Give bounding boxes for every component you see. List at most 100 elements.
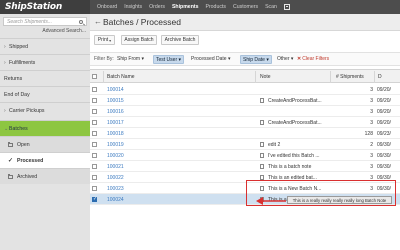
batch-name-link[interactable]: 100019 [107, 142, 124, 148]
note-icon[interactable] [260, 142, 264, 147]
note-icon[interactable] [260, 120, 264, 125]
nav-onboard[interactable]: Onboard [97, 0, 117, 14]
sidebar-item-open[interactable]: Open [0, 136, 90, 152]
clear-filters-button[interactable]: ✕Clear Filters [297, 56, 329, 62]
nav-scan[interactable]: Scan [265, 0, 277, 14]
note-icon[interactable] [260, 153, 264, 158]
batch-name-link[interactable]: 100024 [107, 197, 124, 203]
column-divider [255, 71, 256, 83]
sidebar-item-label: Processed [17, 157, 44, 164]
row-checkbox[interactable] [92, 186, 97, 191]
row-checkbox[interactable] [92, 131, 97, 136]
table-row[interactable]: 100015 CreateAndProcessBat... 3 09/20/ [90, 95, 400, 106]
header-shipments[interactable]: # Shipments [336, 74, 364, 80]
table-row[interactable]: 100016 3 09/20/ [90, 106, 400, 117]
caret-down-icon: ▾ [109, 37, 112, 43]
back-arrow-icon[interactable]: ← [94, 17, 102, 27]
note-icon[interactable] [260, 164, 264, 169]
toolbar: Print ▾ Assign Batch Archive Batch [90, 32, 400, 48]
sidebar-item-label: End of Day [4, 91, 30, 98]
row-checkbox[interactable] [92, 175, 97, 180]
sidebar-item-fulfillments[interactable]: › Fulfillments [0, 54, 90, 70]
batch-name-link[interactable]: 100017 [107, 120, 124, 126]
sidebar-item-returns[interactable]: Returns [0, 70, 90, 86]
sidebar-item-batches[interactable]: ⌄ Batches [0, 120, 90, 136]
search-shipments-input[interactable]: Search Shipments... [3, 17, 87, 26]
checkmark-icon: ✓ [8, 158, 14, 164]
shipment-count: 2 [370, 142, 373, 148]
batch-name-link[interactable]: 100014 [107, 87, 124, 93]
batch-name-link[interactable]: 100020 [107, 153, 124, 159]
filter-processed-date[interactable]: Processed Date ▾ [191, 56, 230, 62]
row-checkbox[interactable] [92, 87, 97, 92]
top-nav-bar: ShipStation Onboard Insights Orders Ship… [0, 0, 400, 14]
batch-name-link[interactable]: 100021 [107, 164, 124, 170]
main-nav: Onboard Insights Orders Shipments Produc… [90, 0, 290, 14]
sidebar: Search Shipments... Advanced Search... ›… [0, 14, 90, 250]
shipment-count: 3 [370, 153, 373, 159]
nav-insights[interactable]: Insights [124, 0, 142, 14]
page-header: ← Batches / Processed [90, 14, 400, 31]
nav-shipments[interactable]: Shipments [172, 0, 199, 14]
select-all-checkbox[interactable] [92, 74, 97, 79]
advanced-search-link[interactable]: Advanced Search... [42, 28, 86, 34]
header-batch-name[interactable]: Batch Name [107, 74, 135, 80]
batch-note: CreateAndProcessBat... [268, 98, 322, 104]
table-row[interactable]: 100020 I've edited this Batch ... 3 09/30/ [90, 150, 400, 161]
row-checkbox[interactable] [92, 109, 97, 114]
shipment-count: 128 [364, 131, 373, 137]
row-checkbox[interactable] [92, 196, 97, 202]
sidebar-item-carrier-pickups[interactable]: › Carrier Pickups [0, 102, 90, 118]
shipment-count: 3 [370, 98, 373, 104]
nav-orders[interactable]: Orders [149, 0, 165, 14]
nav-customers[interactable]: Customers [233, 0, 258, 14]
sidebar-item-label: Batches [9, 125, 28, 132]
sidebar-item-label: Returns [4, 75, 23, 82]
note-icon[interactable] [260, 98, 264, 103]
main-content: ← Batches / Processed Print ▾ Assign Bat… [90, 14, 400, 250]
sidebar-item-archived[interactable]: Archived [0, 168, 90, 184]
nav-products[interactable]: Products [205, 0, 225, 14]
search-icon[interactable] [79, 19, 83, 24]
table-row[interactable]: 100014 3 09/20/ [90, 84, 400, 95]
batch-note: This is a batch note [268, 164, 312, 170]
batch-name-link[interactable]: 100023 [107, 186, 124, 192]
filter-other[interactable]: Other ▾ [277, 56, 293, 62]
table-row[interactable]: 100019 edit 2 2 09/30/ [90, 139, 400, 150]
header-note[interactable]: Note [260, 74, 271, 80]
batch-name-link[interactable]: 100018 [107, 131, 124, 137]
batch-date: 09/20/ [377, 87, 391, 93]
table-row[interactable]: 100021 This is a batch note 3 09/30/ [90, 161, 400, 172]
shipment-count: 3 [370, 120, 373, 126]
table-row[interactable]: 100018 128 09/23/ [90, 128, 400, 139]
row-checkbox[interactable] [92, 164, 97, 169]
batch-name-link[interactable]: 100015 [107, 98, 124, 104]
calculator-icon[interactable] [283, 4, 290, 10]
column-divider [330, 71, 331, 83]
batch-name-link[interactable]: 100022 [107, 175, 124, 181]
table-row[interactable]: 100017 CreateAndProcessBat... 3 09/20/ [90, 117, 400, 128]
shipstation-logo[interactable]: ShipStation [5, 1, 62, 13]
row-checkbox[interactable] [92, 120, 97, 125]
sidebar-item-label: Fulfillments [9, 59, 36, 66]
batch-note: CreateAndProcessBat... [268, 120, 322, 126]
row-checkbox[interactable] [92, 153, 97, 158]
sidebar-item-end-of-day[interactable]: End of Day [0, 86, 90, 102]
print-label: Print [97, 37, 109, 43]
print-button[interactable]: Print ▾ [94, 35, 115, 45]
sidebar-item-shipped[interactable]: › Shipped [0, 38, 90, 54]
filter-ship-date[interactable]: Ship Date ▾ [240, 55, 272, 64]
folder-icon [8, 141, 13, 147]
logo-area: ShipStation [0, 0, 90, 14]
assign-batch-button[interactable]: Assign Batch [121, 35, 157, 45]
filter-test-user[interactable]: Test User ▾ [153, 55, 185, 64]
row-checkbox[interactable] [92, 142, 97, 147]
archive-batch-button[interactable]: Archive Batch [161, 35, 199, 45]
batch-date: 09/30/ [377, 142, 391, 148]
batch-name-link[interactable]: 100016 [107, 109, 124, 115]
filter-ship-from[interactable]: Ship From ▾ [117, 56, 144, 62]
header-date[interactable]: D [378, 74, 382, 80]
sidebar-item-label: Open [17, 141, 30, 148]
row-checkbox[interactable] [92, 98, 97, 103]
sidebar-item-processed[interactable]: ✓ Processed [0, 152, 90, 168]
